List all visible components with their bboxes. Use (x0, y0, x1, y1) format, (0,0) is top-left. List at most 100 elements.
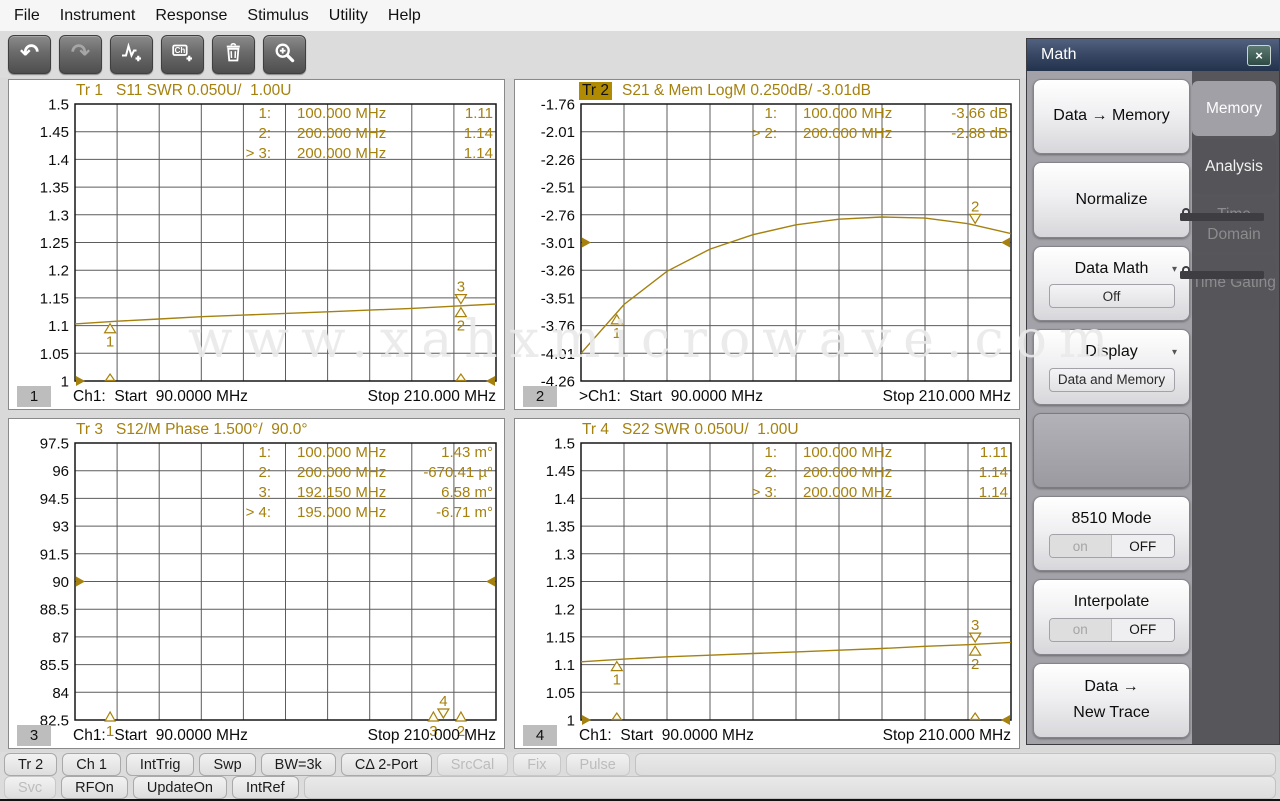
start-frequency: Start 90.0000 MHz (620, 726, 754, 744)
menu-file[interactable]: File (4, 0, 50, 31)
status-pulse[interactable]: Pulse (565, 753, 630, 776)
svg-text:1.25: 1.25 (546, 574, 575, 591)
display-button[interactable]: Display ▾ Data and Memory (1033, 329, 1190, 405)
toggle-on[interactable]: on (1049, 535, 1112, 558)
display-button-value[interactable]: Data and Memory (1048, 367, 1175, 392)
svg-text:200.000 MHz: 200.000 MHz (803, 464, 892, 481)
undo-button[interactable]: ↶ (8, 35, 51, 74)
interpolate-button-toggle[interactable]: on OFF (1048, 617, 1175, 642)
tab-label: Analysis (1205, 157, 1263, 175)
toggle-off[interactable]: OFF (1112, 535, 1174, 558)
svg-text:1.1: 1.1 (48, 318, 69, 335)
status-intref[interactable]: IntRef (231, 776, 299, 799)
tab-time-domain[interactable]: Time Domain (1180, 197, 1276, 252)
trace-label[interactable]: Tr 1 (73, 82, 106, 100)
status-ch-1[interactable]: Ch 1 (62, 753, 121, 776)
plot-footer: 3 Ch1: Start 90.0000 MHz Stop 210.000 MHz (9, 723, 504, 748)
menu-stimulus[interactable]: Stimulus (237, 0, 318, 31)
svg-text:200.000 MHz: 200.000 MHz (803, 484, 892, 501)
plot-area[interactable]: 1.5 1.45 1.4 1.35 1.3 1.25 1.2 1.15 1.1 1.05 1 1: 10… (9, 97, 502, 391)
plot-area[interactable]: 1.5 1.45 1.4 1.35 1.3 1.25 1.2 1.15 1.1 1.05 1 1: 10… (515, 436, 1017, 730)
svg-text:1.3: 1.3 (554, 546, 575, 563)
chevron-down-icon: ▾ (1171, 346, 1177, 358)
status-fix[interactable]: Fix (513, 753, 561, 776)
svg-text:1.11: 1.11 (980, 444, 1008, 461)
plot-area[interactable]: 97.59694.59391.59088.58785.58482.51: 100.… (9, 436, 502, 740)
menu-help[interactable]: Help (378, 0, 431, 31)
window-tab-1[interactable]: 1 (17, 386, 51, 407)
status-srccal[interactable]: SrcCal (436, 753, 509, 776)
status-swp[interactable]: Swp (199, 753, 256, 776)
svg-text:-2.26: -2.26 (541, 152, 575, 169)
tab-memory[interactable]: Memory (1192, 81, 1276, 136)
svg-text:-6.71 m°: -6.71 m° (436, 504, 493, 521)
toggle-on[interactable]: on (1049, 618, 1112, 641)
tab-time-gating[interactable]: Time Gating (1180, 255, 1276, 310)
channel-label: Ch1: (579, 726, 621, 744)
svg-text:> 2:: > 2: (752, 125, 777, 142)
status-c-2-port[interactable]: CΔ 2-Port (340, 753, 432, 776)
status-rfon[interactable]: RFOn (61, 776, 128, 799)
tab-analysis[interactable]: Analysis (1192, 139, 1276, 194)
trace-label[interactable]: Tr 3 (73, 421, 106, 439)
status-filler (303, 776, 1276, 799)
svg-text:1.14: 1.14 (464, 145, 493, 162)
menu-utility[interactable]: Utility (319, 0, 378, 31)
trace-format: S11 SWR 0.050U/ 1.00U (115, 82, 292, 99)
data-to-new-trace-button[interactable]: Data → New Trace (1033, 662, 1190, 738)
add-channel-button[interactable]: Ch (161, 35, 204, 74)
svg-text:2:: 2: (764, 464, 777, 481)
zoom-in-button[interactable] (263, 35, 306, 74)
window-tab-4[interactable]: 4 (523, 725, 557, 746)
delete-button[interactable] (212, 35, 255, 74)
status-inttrig[interactable]: IntTrig (125, 753, 195, 776)
menu-bar: File Instrument Response Stimulus Utility Hel… (0, 0, 1280, 31)
window-tab-3[interactable]: 3 (17, 725, 51, 746)
trace-label[interactable]: Tr 2 (579, 82, 612, 100)
svg-text:1: 1 (613, 325, 621, 342)
svg-text:195.000 MHz: 195.000 MHz (297, 504, 386, 521)
trace-header: Tr 3 S12/M Phase 1.500°/ 90.0° (9, 419, 504, 441)
lock-icon (1180, 266, 1264, 279)
status-svc[interactable]: Svc (4, 776, 57, 799)
zoom-in-icon (274, 42, 295, 68)
status-filler (634, 753, 1276, 776)
data-math-button-value[interactable]: Off (1048, 284, 1175, 309)
svg-text:1.4: 1.4 (48, 152, 69, 169)
trace-format: S21 & Mem LogM 0.250dB/ -3.01dB (621, 82, 871, 99)
toggle-off[interactable]: OFF (1112, 618, 1174, 641)
close-icon[interactable]: × (1247, 44, 1271, 66)
svg-text:100.000 MHz: 100.000 MHz (297, 105, 386, 122)
status-bw-3k[interactable]: BW=3k (260, 753, 336, 776)
data-to-memory-button[interactable]: Data → Memory (1033, 79, 1190, 155)
mode-8510-button-toggle[interactable]: on OFF (1048, 534, 1175, 559)
svg-text:-3.66 dB: -3.66 dB (951, 105, 1008, 122)
plot-footer: 4 Ch1: Start 90.0000 MHz Stop 210.000 MHz (515, 723, 1019, 748)
svg-text:192.150 MHz: 192.150 MHz (297, 484, 386, 501)
redo-button[interactable]: ↷ (59, 35, 102, 74)
status-tr-2[interactable]: Tr 2 (4, 753, 58, 776)
math-panel-title: Math (1041, 46, 1077, 63)
plot-area[interactable]: -1.76 -2.01 -2.26 -2.51 -2.76 -3.01 -3.26 -3.51… (515, 97, 1017, 391)
mode-8510-button[interactable]: 8510 Mode on OFF (1033, 495, 1190, 572)
svg-text:1.14: 1.14 (464, 125, 493, 142)
status-updateon[interactable]: UpdateOn (132, 776, 227, 799)
add-trace-button[interactable] (110, 35, 153, 74)
tab-label: Memory (1206, 99, 1262, 117)
start-frequency: Start 90.0000 MHz (629, 387, 763, 405)
plot-window-2: Tr 2 S21 & Mem LogM 0.250dB/ -3.01dB -1.76… (514, 79, 1020, 410)
window-tab-2[interactable]: 2 (523, 386, 557, 407)
trace-format: S12/M Phase 1.500°/ 90.0° (115, 421, 308, 438)
svg-text:3: 3 (457, 279, 465, 296)
menu-instrument[interactable]: Instrument (50, 0, 146, 31)
add-channel-icon: Ch (172, 42, 193, 68)
data-math-button[interactable]: Data Math ▾ Off (1033, 245, 1190, 322)
svg-text:> 4:: > 4: (246, 504, 271, 521)
normalize-button[interactable]: Normalize (1033, 162, 1190, 238)
menu-response[interactable]: Response (145, 0, 237, 31)
interpolate-button[interactable]: Interpolate on OFF (1033, 579, 1190, 655)
trace-label[interactable]: Tr 4 (579, 421, 612, 439)
svg-text:1.1: 1.1 (554, 657, 575, 674)
svg-text:1:: 1: (258, 105, 271, 122)
svg-text:-4.01: -4.01 (541, 346, 575, 363)
